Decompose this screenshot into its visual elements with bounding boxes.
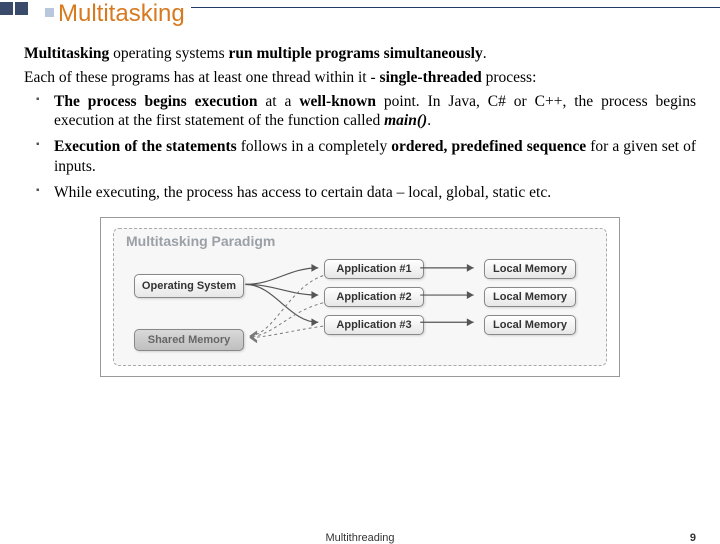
diagram-panel: Multitasking Paradigm Operating System S… xyxy=(113,228,607,366)
list-item: Execution of the statements follows in a… xyxy=(54,137,696,177)
diagram-container: Multitasking Paradigm Operating System S… xyxy=(100,217,620,377)
deco-square xyxy=(45,8,54,17)
os-box: Operating System xyxy=(134,274,244,298)
intro-paragraph: Multitasking operating systems run multi… xyxy=(24,44,696,64)
list-item: The process begins execution at a well-k… xyxy=(54,92,696,132)
shared-memory-box: Shared Memory xyxy=(134,329,244,351)
diagram-title: Multitasking Paradigm xyxy=(126,233,275,251)
deco-square xyxy=(15,2,28,15)
slide-title: Multitasking xyxy=(58,0,191,28)
bullet-list: The process begins execution at a well-k… xyxy=(24,92,696,203)
memory-box: Local Memory xyxy=(484,287,576,307)
app-box: Application #3 xyxy=(324,315,424,335)
content-area: Multitasking operating systems run multi… xyxy=(0,28,720,377)
header-bar: Multitasking xyxy=(0,0,720,28)
memory-box: Local Memory xyxy=(484,315,576,335)
app-box: Application #2 xyxy=(324,287,424,307)
header-decoration xyxy=(0,0,56,17)
page-number: 9 xyxy=(690,532,696,544)
memory-box: Local Memory xyxy=(484,259,576,279)
deco-square xyxy=(0,2,13,15)
footer-center-text: Multithreading xyxy=(325,532,394,544)
app-box: Application #1 xyxy=(324,259,424,279)
second-paragraph: Each of these programs has at least one … xyxy=(24,68,696,88)
deco-gap xyxy=(30,2,43,15)
list-item: While executing, the process has access … xyxy=(54,183,696,203)
